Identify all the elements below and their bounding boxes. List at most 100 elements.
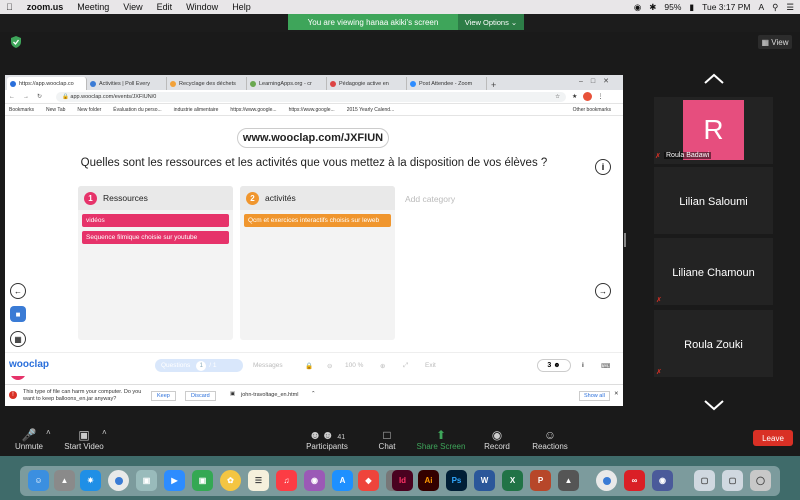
bookmark-item[interactable]: Other bookmarks: [573, 107, 611, 113]
security-shield-icon[interactable]: [10, 36, 22, 48]
close-icon[interactable]: ✕: [614, 391, 619, 397]
indesign-icon[interactable]: Id: [392, 470, 413, 491]
menu-help[interactable]: Help: [232, 2, 251, 12]
profile-avatar[interactable]: [583, 92, 593, 101]
leave-button[interactable]: Leave: [753, 430, 793, 446]
keyboard-icon[interactable]: ⌨: [601, 362, 610, 370]
bookmark-item[interactable]: Bookmarks: [9, 107, 34, 113]
zoom-in-icon[interactable]: ⊕: [380, 362, 385, 370]
bluetooth-icon[interactable]: ✱: [649, 2, 656, 13]
previous-arrow-icon[interactable]: ←: [10, 283, 26, 299]
grid-icon[interactable]: ▦: [10, 331, 26, 347]
preview-icon[interactable]: ▣: [136, 470, 157, 491]
download-file[interactable]: john-travoltage_en.html: [241, 392, 298, 398]
back-arrow-icon[interactable]: ←: [9, 94, 15, 100]
finder-icon[interactable]: ☺: [28, 470, 49, 491]
chevron-up-icon[interactable]: ⌃: [311, 391, 316, 397]
lock-icon[interactable]: 🔒: [305, 362, 313, 370]
exit-button[interactable]: Exit: [425, 362, 436, 369]
zoom-out-icon[interactable]: ⊖: [327, 362, 332, 370]
chrome-icon[interactable]: [596, 470, 617, 491]
bookmark-item[interactable]: https://www.google...: [230, 107, 276, 113]
facetime-icon[interactable]: ▣: [192, 470, 213, 491]
discard-button[interactable]: Discard: [185, 391, 216, 401]
notes-icon[interactable]: ☰: [248, 470, 269, 491]
chevron-up-icon[interactable]: [702, 72, 726, 86]
battery-percent[interactable]: 95%: [664, 2, 681, 12]
browser-menu-icon[interactable]: ⋮: [597, 93, 603, 100]
menu-app-name[interactable]: zoom.us: [27, 2, 64, 12]
battery-icon[interactable]: ▮: [689, 2, 694, 13]
tab-wooclap[interactable]: https://app.wooclap.co: [7, 77, 87, 90]
next-arrow-icon[interactable]: →: [595, 283, 611, 299]
star-icon[interactable]: ☆: [555, 94, 560, 100]
split-resize-handle[interactable]: [624, 233, 626, 247]
tab-recyclage[interactable]: Recyclage des déchets: [167, 77, 247, 90]
info-icon[interactable]: i: [582, 362, 584, 369]
creative-cloud-icon[interactable]: ∞: [624, 470, 645, 491]
photos-icon[interactable]: ✿: [220, 470, 241, 491]
anydesk-icon[interactable]: ◆: [358, 470, 379, 491]
caret-up-icon[interactable]: ˄: [102, 428, 107, 437]
app-icon[interactable]: ◉: [652, 470, 673, 491]
wifi-icon[interactable]: ◉: [634, 2, 641, 13]
tab-learningapps[interactable]: LearningApps.org - cr: [247, 77, 327, 90]
add-category-input[interactable]: Add category: [405, 194, 455, 204]
address-input[interactable]: 🔒 app.wooclap.com/events/JXFIUN/0 ☆: [56, 91, 567, 102]
launchpad-icon[interactable]: ▲: [54, 470, 75, 491]
book-icon[interactable]: ■: [10, 306, 26, 322]
chrome-icon[interactable]: [108, 470, 129, 491]
answer-card[interactable]: vidéos: [82, 214, 229, 227]
search-icon[interactable]: ⚲: [772, 2, 778, 13]
safari-icon[interactable]: ✷: [80, 470, 101, 491]
menu-edit[interactable]: Edit: [157, 2, 173, 12]
music-icon[interactable]: ♫: [276, 470, 297, 491]
answer-card[interactable]: Sequence filmique choisie sur youtube: [82, 231, 229, 244]
bookmark-item[interactable]: Évaluation du perso...: [113, 107, 161, 113]
photoshop-icon[interactable]: Ps: [446, 470, 467, 491]
trash-icon[interactable]: ◯: [750, 470, 771, 491]
unmute-button[interactable]: 🎤 Unmute: [14, 428, 44, 451]
app-store-icon[interactable]: A: [332, 470, 353, 491]
participants-button[interactable]: ☻☻ 41 Participants: [304, 428, 350, 451]
menu-view[interactable]: View: [123, 2, 142, 12]
reload-icon[interactable]: ↻: [37, 93, 42, 100]
messages-tab[interactable]: Messages: [253, 362, 283, 369]
questions-tab[interactable]: Questions 1/ 1: [155, 359, 243, 372]
share-screen-button[interactable]: ⬆ Share Screen: [416, 428, 466, 451]
app-icon[interactable]: ▲: [558, 470, 579, 491]
bookmark-item[interactable]: industrie alimentaire: [174, 107, 219, 113]
excel-icon[interactable]: X: [502, 470, 523, 491]
bookmark-item[interactable]: 2015 Yearly Calend...: [347, 107, 395, 113]
bookmark-item[interactable]: New folder: [77, 107, 101, 113]
fullscreen-icon[interactable]: ⤢: [403, 362, 408, 370]
event-code-link[interactable]: www.wooclap.com/JXFIUN: [237, 128, 389, 148]
start-video-button[interactable]: ▣ Start Video: [62, 428, 106, 451]
chat-button[interactable]: □ Chat: [372, 428, 402, 451]
forward-arrow-icon[interactable]: →: [23, 94, 29, 100]
clock[interactable]: Tue 3:17 PM: [702, 2, 750, 12]
tab-polleverywhere[interactable]: Activities | Poll Every: [87, 77, 167, 90]
zoom-app-icon[interactable]: ▶: [164, 470, 185, 491]
input-source[interactable]: A: [758, 2, 764, 12]
menu-list-icon[interactable]: ☰: [786, 2, 794, 13]
podcasts-icon[interactable]: ◉: [304, 470, 325, 491]
new-tab-plus-icon[interactable]: +: [491, 80, 496, 90]
record-button[interactable]: ◉ Record: [482, 428, 512, 451]
menu-meeting[interactable]: Meeting: [77, 2, 109, 12]
keep-button[interactable]: Keep: [151, 391, 176, 401]
menu-window[interactable]: Window: [186, 2, 218, 12]
folder-icon[interactable]: ▢: [722, 470, 743, 491]
powerpoint-icon[interactable]: P: [530, 470, 551, 491]
view-button[interactable]: ▦ View: [758, 35, 792, 49]
participant-count-badge[interactable]: 3 ☻: [537, 359, 571, 372]
bookmark-item[interactable]: https://www.google...: [289, 107, 335, 113]
extensions-icon[interactable]: ★: [572, 93, 577, 100]
word-icon[interactable]: W: [474, 470, 495, 491]
answer-card[interactable]: Qcm et exercices interactifs choisis sur…: [244, 214, 391, 227]
tab-pedagogie[interactable]: Pédagogie active en: [327, 77, 407, 90]
illustrator-icon[interactable]: Ai: [418, 470, 439, 491]
folder-icon[interactable]: ▢: [694, 470, 715, 491]
show-all-button[interactable]: Show all: [579, 391, 610, 401]
participant-tile[interactable]: Liliane Chamoun ✗: [654, 238, 773, 305]
